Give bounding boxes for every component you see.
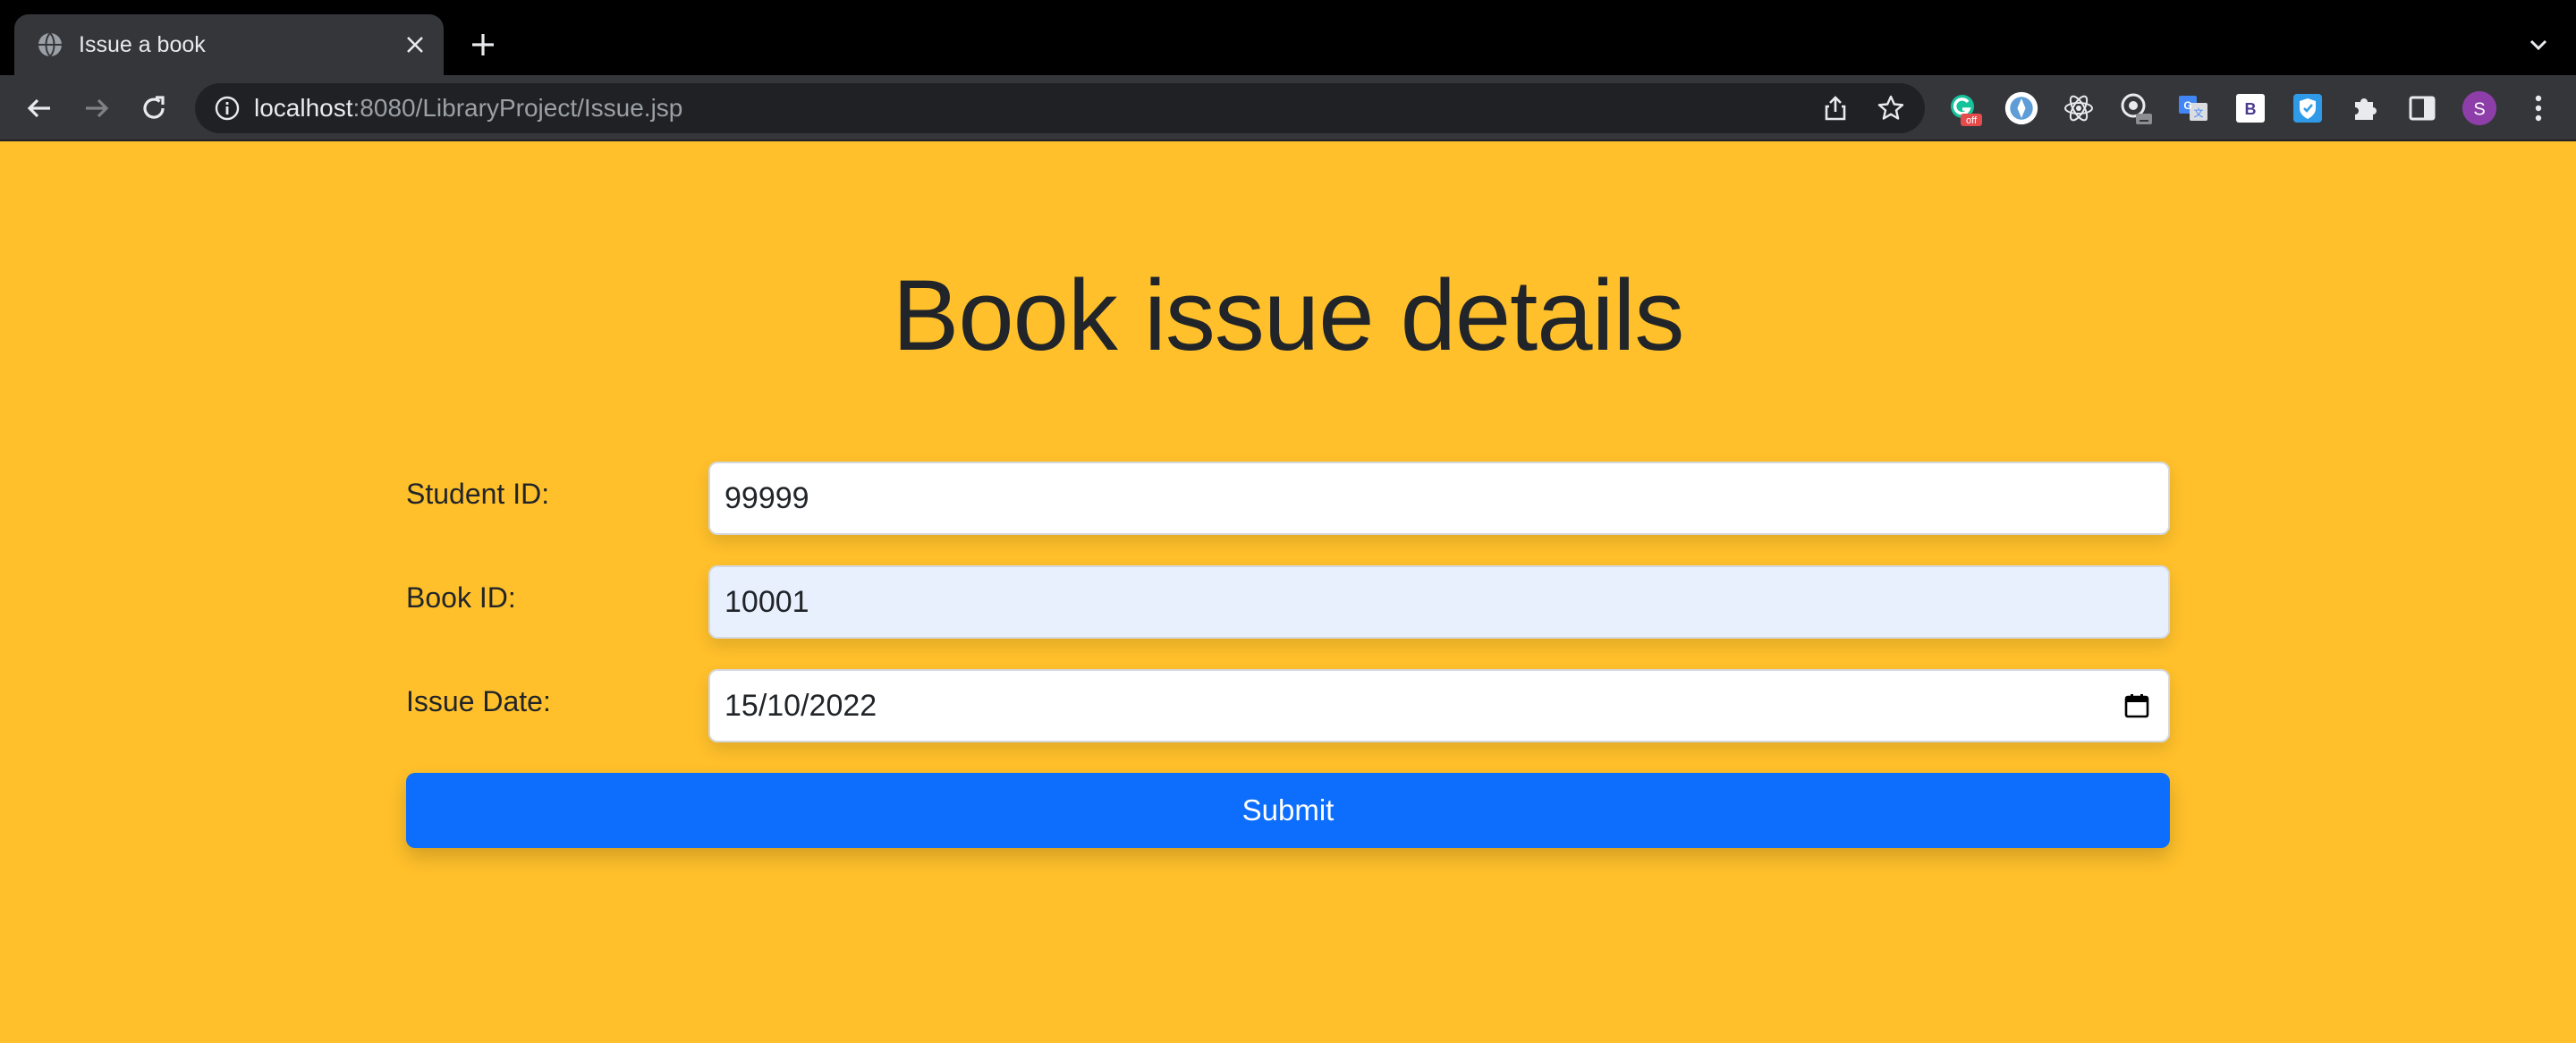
close-tab-icon[interactable] (401, 30, 429, 59)
puzzle-icon[interactable] (2347, 90, 2383, 126)
forward-icon[interactable] (79, 90, 114, 126)
student-id-label: Student ID: (406, 478, 550, 510)
reload-icon[interactable] (136, 90, 172, 126)
translate-icon[interactable]: G 文 (2175, 90, 2211, 126)
url-host: localhost (254, 94, 353, 122)
share-icon[interactable] (1821, 94, 1850, 123)
issue-date-value: 15/10/2022 (724, 689, 877, 723)
shield-icon[interactable] (2290, 90, 2326, 126)
book-id-label: Book ID: (406, 581, 516, 614)
profile-avatar[interactable]: S (2462, 90, 2497, 126)
compass-icon[interactable] (2004, 90, 2039, 126)
student-id-value: 99999 (724, 481, 809, 515)
react-icon[interactable] (2061, 90, 2097, 126)
browser-tab[interactable]: Issue a book (14, 14, 444, 75)
tab-title: Issue a book (79, 32, 206, 57)
svg-text:G: G (2183, 99, 2191, 112)
extension-badge: off (1966, 115, 1978, 126)
tab-search-chevron-icon[interactable] (2521, 27, 2556, 63)
issue-date-label: Issue Date: (406, 685, 551, 717)
calendar-icon[interactable] (2123, 692, 2150, 719)
bootstrap-icon[interactable]: B (2233, 90, 2268, 126)
svg-text:B: B (2245, 100, 2257, 118)
url-path: :8080/LibraryProject/Issue.jsp (352, 94, 683, 122)
devtools-icon[interactable] (2118, 90, 2154, 126)
url-text[interactable]: localhost:8080/LibraryProject/Issue.jsp (254, 83, 682, 133)
book-id-value: 10001 (724, 585, 809, 619)
student-id-input[interactable]: 99999 (708, 462, 2170, 535)
tab-strip: Issue a book (0, 0, 2576, 75)
back-icon[interactable] (21, 90, 57, 126)
new-tab-icon[interactable] (465, 27, 501, 63)
browser-toolbar: localhost:8080/LibraryProject/Issue.jsp … (0, 75, 2576, 141)
submit-button[interactable]: Submit (406, 773, 2170, 848)
info-icon[interactable] (213, 94, 242, 123)
globe-icon (38, 32, 62, 57)
page-content: Book issue details Student ID: 99999 Boo… (0, 141, 2576, 1043)
page-title: Book issue details (892, 259, 1685, 371)
book-id-input[interactable]: 10001 (708, 565, 2170, 639)
sidepanel-icon[interactable] (2404, 90, 2440, 126)
address-bar[interactable]: localhost:8080/LibraryProject/Issue.jsp (195, 83, 1925, 133)
svg-text:文: 文 (2194, 106, 2204, 119)
grammarly-icon[interactable]: off (1946, 90, 1982, 126)
kebab-menu-icon[interactable] (2521, 90, 2556, 126)
star-icon[interactable] (1877, 94, 1905, 123)
profile-initial: S (2473, 99, 2485, 119)
issue-date-input[interactable]: 15/10/2022 (708, 669, 2170, 742)
